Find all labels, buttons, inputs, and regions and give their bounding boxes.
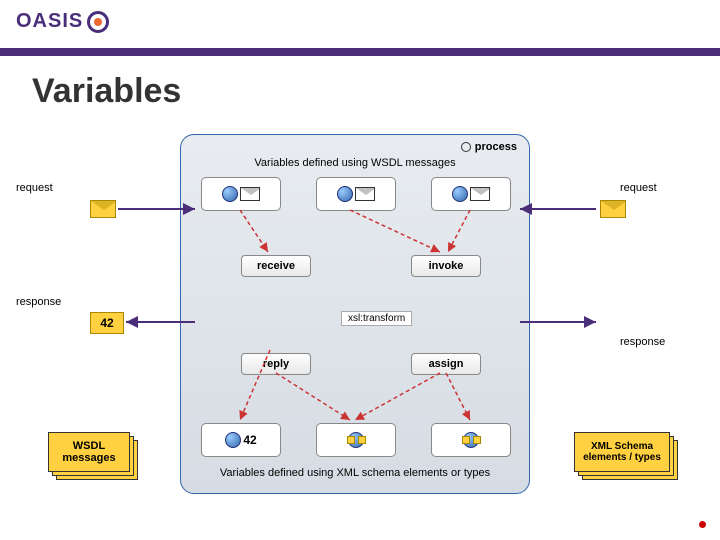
globe-icon: [452, 186, 468, 202]
value-42-left: 42: [90, 312, 124, 334]
label-request-right: request: [620, 182, 657, 194]
variable-box: [201, 177, 281, 211]
caption-xml: Variables defined using XML schema eleme…: [181, 467, 529, 479]
envelope-icon: [355, 187, 375, 201]
label-request-left: request: [16, 182, 53, 194]
label-response-right: response: [620, 336, 665, 348]
stack-xml: XML Schema elements / types: [574, 432, 664, 480]
activity-reply: reply: [241, 353, 311, 375]
process-header: process: [461, 141, 517, 153]
globe-icon: [225, 432, 241, 448]
envelope-icon: [600, 200, 626, 218]
stack-wsdl: WSDL messages: [48, 432, 138, 480]
label-response-left: response: [16, 296, 61, 308]
logo: OASIS: [16, 10, 109, 33]
page-title: Variables: [32, 72, 181, 111]
stack-card-front: WSDL messages: [48, 432, 130, 472]
activity-invoke: invoke: [411, 255, 481, 277]
logo-text: OASIS: [16, 10, 83, 33]
process-container: process Variables defined using WSDL mes…: [180, 134, 530, 494]
envelope-icon: [90, 200, 116, 218]
globe-icon: [337, 186, 353, 202]
value-42: 42: [243, 433, 256, 447]
elements-icon: [342, 433, 370, 447]
elements-icon: [457, 433, 485, 447]
activity-receive: receive: [241, 255, 311, 277]
variable-box: [431, 423, 511, 457]
variable-box: [316, 423, 396, 457]
header-divider: [0, 48, 720, 56]
footer-bullet-icon: [699, 521, 706, 528]
variable-box: [431, 177, 511, 211]
xsl-transform-label: xsl:transform: [341, 311, 412, 326]
globe-icon: [222, 186, 238, 202]
variable-box: 42: [201, 423, 281, 457]
envelope-icon: [470, 187, 490, 201]
activity-assign: assign: [411, 353, 481, 375]
process-icon: [461, 142, 471, 152]
logo-gear-icon: [87, 11, 109, 33]
header: OASIS: [0, 0, 720, 48]
envelope-icon: [240, 187, 260, 201]
variable-box: [316, 177, 396, 211]
stack-card-front: XML Schema elements / types: [574, 432, 670, 472]
caption-wsdl: Variables defined using WSDL messages: [181, 157, 529, 169]
process-label: process: [475, 141, 517, 153]
